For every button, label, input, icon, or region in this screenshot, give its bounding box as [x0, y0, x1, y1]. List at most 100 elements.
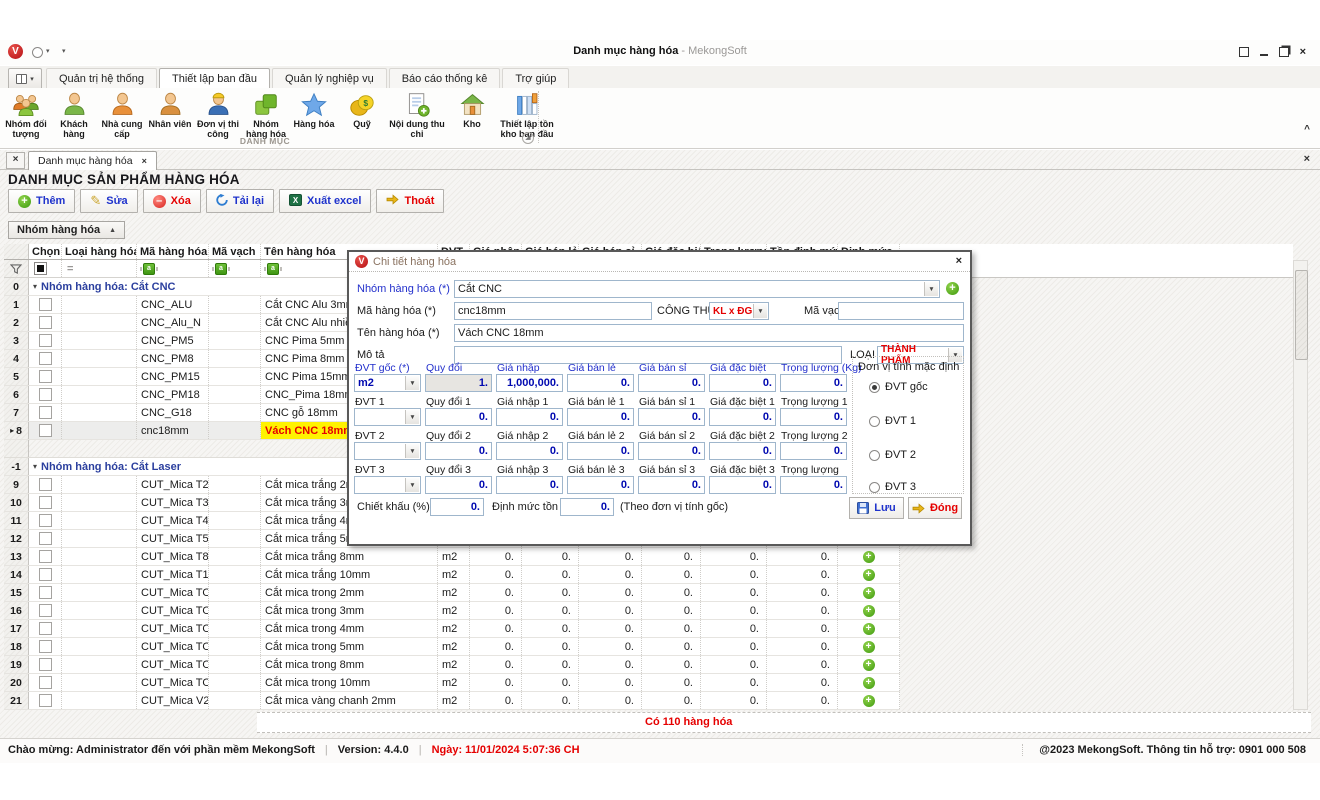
fullscreen-button[interactable] — [1239, 47, 1249, 57]
row-checkbox[interactable] — [39, 406, 52, 419]
unit-value-input[interactable]: 0. — [780, 374, 847, 392]
table-row[interactable]: 21CUT_Mica V2Cắt mica vàng chanh 2mmm20.… — [4, 692, 900, 710]
unit-value-input[interactable]: 0. — [709, 476, 776, 494]
row-checkbox[interactable] — [39, 424, 52, 437]
row-checkbox[interactable] — [39, 496, 52, 509]
row-checkbox[interactable] — [39, 676, 52, 689]
unit-value-input[interactable]: 0. — [638, 476, 705, 494]
ribbon-tab-3[interactable]: Báo cáo thống kê — [389, 68, 501, 88]
close-all-tabs-button[interactable]: × — [1304, 153, 1310, 165]
group-combobox[interactable]: Cắt CNC ▼ — [454, 280, 940, 298]
collapse-group-icon[interactable]: ▾ — [33, 462, 37, 471]
column-header-3[interactable]: Mã hàng hóa — [137, 244, 209, 259]
column-header-1[interactable]: Chọn — [29, 244, 62, 259]
save-button[interactable]: Lưu — [849, 497, 904, 519]
ribbon-item-income-expense[interactable]: Nội dung thu chi — [386, 89, 448, 139]
ribbon-tab-4[interactable]: Trợ giúp — [502, 68, 569, 88]
unit-value-input[interactable]: 0. — [567, 476, 634, 494]
chevron-down-icon[interactable]: ▼ — [405, 478, 419, 492]
table-row[interactable]: 15CUT_Mica TO2Cắt mica trong 2mmm20.0.0.… — [4, 584, 900, 602]
unit-value-input[interactable]: 0. — [638, 442, 705, 460]
collapse-group-icon[interactable]: ▾ — [33, 282, 37, 291]
ribbon-tab-1[interactable]: Thiết lập ban đầu — [159, 68, 270, 88]
row-checkbox[interactable] — [39, 658, 52, 671]
row-checkbox[interactable] — [39, 316, 52, 329]
add-quota-button[interactable]: + — [863, 623, 875, 635]
add-quota-button[interactable]: + — [863, 605, 875, 617]
unit-value-input[interactable]: 0. — [709, 374, 776, 392]
unit-value-input[interactable]: 0. — [780, 442, 847, 460]
contains-filter-icon[interactable]: a — [264, 263, 282, 275]
row-checkbox[interactable] — [39, 550, 52, 563]
close-tab-group-button[interactable]: × — [6, 152, 25, 169]
contains-filter-icon[interactable]: a — [212, 263, 230, 275]
select-all-checkbox[interactable] — [34, 262, 47, 275]
unit-combobox-1[interactable]: ▼ — [354, 408, 421, 426]
table-row[interactable]: 18CUT_Mica TO5Cắt mica trong 5mmm20.0.0.… — [4, 638, 900, 656]
exit-button[interactable]: Thoát — [376, 189, 444, 213]
unit-value-input[interactable]: 0. — [567, 442, 634, 460]
add-quota-button[interactable]: + — [863, 659, 875, 671]
unit-value-input[interactable]: 0. — [638, 374, 705, 392]
unit-value-input[interactable]: 0. — [709, 442, 776, 460]
add-group-button[interactable]: + — [946, 282, 959, 295]
unit-value-input[interactable]: 1,000,000. — [496, 374, 563, 392]
vertical-scrollbar[interactable] — [1293, 260, 1308, 710]
column-header-2[interactable]: Loại hàng hóa — [62, 244, 137, 259]
unit-value-input[interactable]: 0. — [709, 408, 776, 426]
ribbon-item-contractors[interactable]: Đơn vị thi công — [194, 89, 242, 139]
document-tab[interactable]: Danh mục hàng hóa × — [28, 151, 157, 171]
dialog-close-icon[interactable]: × — [956, 255, 962, 267]
row-checkbox[interactable] — [39, 370, 52, 383]
filter-cell-3[interactable]: a — [137, 260, 209, 277]
close-button[interactable]: × — [1300, 47, 1306, 57]
ribbon-tab-2[interactable]: Quản lý nghiệp vụ — [272, 68, 387, 88]
table-row[interactable]: 17CUT_Mica TO4Cắt mica trong 4mmm20.0.0.… — [4, 620, 900, 638]
unit-value-input[interactable]: 0. — [567, 408, 634, 426]
radio-dvt-0[interactable]: ĐVT gốc — [869, 381, 928, 393]
add-quota-button[interactable]: + — [863, 641, 875, 653]
ribbon-tab-0[interactable]: Quản trị hệ thống — [46, 68, 157, 88]
add-quota-button[interactable]: + — [863, 587, 875, 599]
add-button[interactable]: +Thêm — [8, 189, 75, 213]
export-excel-button[interactable]: XXuất excel — [279, 189, 371, 213]
tab-close-icon[interactable]: × — [142, 156, 147, 166]
row-checkbox[interactable] — [39, 640, 52, 653]
radio-dvt-1[interactable]: ĐVT 1 — [869, 415, 916, 427]
close-dialog-button[interactable]: Đóng — [908, 497, 962, 519]
reload-button[interactable]: Tải lại — [206, 189, 274, 213]
ribbon-item-employees[interactable]: Nhân viên — [146, 89, 194, 130]
group-selector-button[interactable]: Nhóm hàng hóa ▲ — [8, 221, 125, 239]
formula-combobox[interactable]: KL x ĐG ▼ — [709, 302, 769, 320]
ribbon-group-expand-button[interactable]: ◢ — [522, 132, 534, 144]
chevron-down-icon[interactable]: ▼ — [405, 376, 419, 390]
column-header-0[interactable] — [4, 244, 29, 259]
ribbon-item-object-group[interactable]: Nhóm đối tượng — [2, 89, 50, 139]
add-quota-button[interactable]: + — [863, 695, 875, 707]
ribbon-item-products[interactable]: Hàng hóa — [290, 89, 338, 130]
table-row[interactable]: 16CUT_Mica TO3Cắt mica trong 3mmm20.0.0.… — [4, 602, 900, 620]
ribbon-item-warehouse[interactable]: Kho — [448, 89, 496, 130]
app-menu-button[interactable]: ▾ — [8, 68, 42, 88]
collapse-ribbon-button[interactable]: ^ — [1304, 124, 1310, 135]
add-quota-button[interactable]: + — [863, 569, 875, 581]
filter-cell-1[interactable] — [29, 260, 62, 277]
unit-value-input[interactable]: 0. — [425, 476, 492, 494]
row-checkbox[interactable] — [39, 532, 52, 545]
row-checkbox[interactable] — [39, 352, 52, 365]
row-checkbox[interactable] — [39, 388, 52, 401]
name-input[interactable]: Vách CNC 18mm — [454, 324, 964, 342]
unit-combobox-0[interactable]: m2▼ — [354, 374, 421, 392]
unit-value-input[interactable]: 0. — [425, 408, 492, 426]
stock-quota-input[interactable]: 0. — [560, 498, 614, 516]
filter-cell-4[interactable]: a — [209, 260, 261, 277]
radio-dvt-2[interactable]: ĐVT 2 — [869, 449, 916, 461]
discount-input[interactable]: 0. — [430, 498, 484, 516]
unit-value-input[interactable]: 1. — [425, 374, 492, 392]
scrollbar-thumb[interactable] — [1295, 270, 1308, 360]
radio-dvt-3[interactable]: ĐVT 3 — [869, 481, 916, 493]
unit-combobox-3[interactable]: ▼ — [354, 476, 421, 494]
chevron-down-icon[interactable]: ▼ — [405, 410, 419, 424]
contains-filter-icon[interactable]: a — [140, 263, 158, 275]
unit-value-input[interactable]: 0. — [496, 476, 563, 494]
